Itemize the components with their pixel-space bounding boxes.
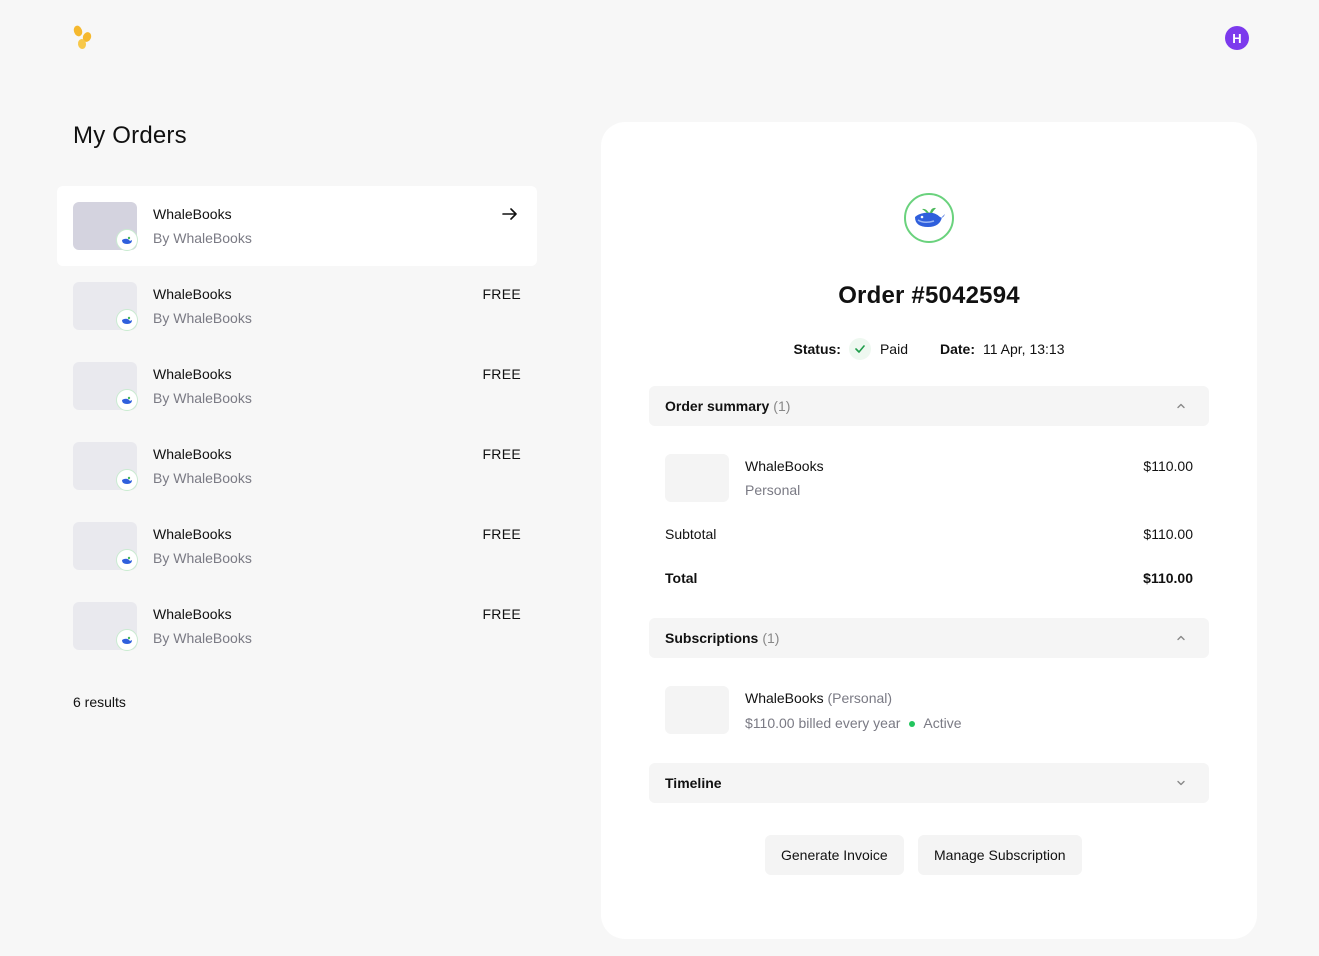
orders-list: WhaleBooks By WhaleBooks WhaleBooks By W… <box>57 186 537 666</box>
order-price: FREE <box>482 366 521 382</box>
order-number: Order #5042594 <box>838 282 1020 309</box>
check-icon <box>848 338 871 360</box>
order-name: WhaleBooks <box>153 606 232 622</box>
whale-icon <box>116 309 138 331</box>
order-vendor: By WhaleBooks <box>153 630 252 646</box>
subscriptions-title: Subscriptions <box>665 630 759 646</box>
chevron-up-icon <box>1177 403 1185 409</box>
order-vendor: By WhaleBooks <box>153 470 252 486</box>
results-count: 6 results <box>73 694 126 710</box>
subscriptions-toggle[interactable]: Subscriptions (1) <box>649 618 1209 658</box>
order-vendor: By WhaleBooks <box>153 310 252 326</box>
total-value: $110.00 <box>1143 570 1193 586</box>
order-name: WhaleBooks <box>153 526 232 542</box>
order-row[interactable]: WhaleBooks By WhaleBooks <box>57 186 537 266</box>
whale-icon <box>116 469 138 491</box>
order-vendor: By WhaleBooks <box>153 390 252 406</box>
order-vendor: By WhaleBooks <box>153 230 252 246</box>
order-summary-count: (1) <box>773 398 791 414</box>
order-price: FREE <box>482 446 521 462</box>
status-label: Status: <box>793 341 841 357</box>
manage-subscription-button[interactable]: Manage Subscription <box>918 835 1082 875</box>
order-detail-panel: Order #5042594 Status: Paid Date: 11 Apr… <box>601 122 1257 939</box>
page-title: My Orders <box>73 122 187 149</box>
order-row[interactable]: WhaleBooks By WhaleBooks FREE <box>57 506 537 586</box>
subtotal-label: Subtotal <box>665 526 717 542</box>
order-name: WhaleBooks <box>153 286 232 302</box>
whale-icon <box>116 549 138 571</box>
subtotal-value: $110.00 <box>1143 526 1193 542</box>
chevron-up-icon <box>1177 635 1185 641</box>
subscription-billing: $110.00 billed every year <box>745 715 901 731</box>
order-price: FREE <box>482 526 521 542</box>
whale-logo-icon <box>904 193 954 243</box>
whale-icon <box>116 229 138 251</box>
subscription-title: WhaleBooks (Personal) <box>745 690 892 706</box>
generate-invoice-button[interactable]: Generate Invoice <box>765 835 904 875</box>
order-name: WhaleBooks <box>153 446 232 462</box>
active-status-dot <box>909 720 916 727</box>
subscription-plan: (Personal) <box>827 690 893 706</box>
timeline-toggle[interactable]: Timeline <box>649 763 1209 803</box>
order-meta: Status: Paid Date: 11 Apr, 13:13 <box>601 338 1257 360</box>
brand-logo-icon[interactable] <box>72 25 94 51</box>
user-avatar[interactable]: H <box>1225 26 1249 50</box>
summary-item-price: $110.00 <box>1143 458 1193 474</box>
order-name: WhaleBooks <box>153 366 232 382</box>
date-label: Date: <box>939 341 975 357</box>
subscription-status: Active <box>923 715 962 731</box>
order-price: FREE <box>482 606 521 622</box>
order-row[interactable]: WhaleBooks By WhaleBooks FREE <box>57 426 537 506</box>
summary-item-name: WhaleBooks <box>745 458 824 474</box>
subscriptions-count: (1) <box>762 630 780 646</box>
arrow-right-icon[interactable] <box>501 205 519 223</box>
chevron-down-icon <box>1177 780 1185 786</box>
whale-icon <box>116 629 138 651</box>
timeline-title: Timeline <box>665 775 722 791</box>
summary-item-plan: Personal <box>745 482 801 498</box>
order-name: WhaleBooks <box>153 206 232 222</box>
order-summary-toggle[interactable]: Order summary (1) <box>649 386 1209 426</box>
subscription-name: WhaleBooks <box>745 690 824 706</box>
order-row[interactable]: WhaleBooks By WhaleBooks FREE <box>57 586 537 666</box>
subscription-details: $110.00 billed every year Active <box>745 715 962 731</box>
subscription-thumbnail <box>665 686 729 734</box>
summary-item-thumbnail <box>665 454 729 502</box>
whale-icon <box>116 389 138 411</box>
order-summary-title: Order summary <box>665 398 770 414</box>
status-value: Paid <box>879 341 908 357</box>
order-vendor: By WhaleBooks <box>153 550 252 566</box>
total-label: Total <box>665 570 698 586</box>
order-row[interactable]: WhaleBooks By WhaleBooks FREE <box>57 266 537 346</box>
order-row[interactable]: WhaleBooks By WhaleBooks FREE <box>57 346 537 426</box>
date-value: 11 Apr, 13:13 <box>983 341 1065 357</box>
order-price: FREE <box>482 286 521 302</box>
